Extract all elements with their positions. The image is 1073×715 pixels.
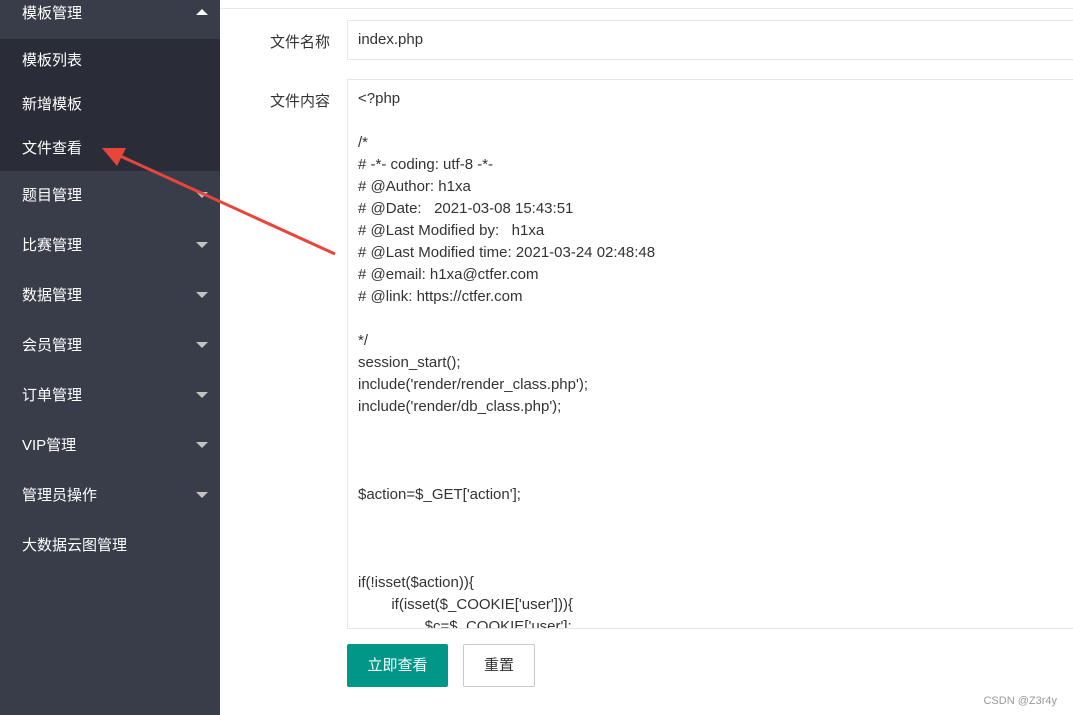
nav-item-question-management[interactable]: 题目管理 — [0, 171, 220, 221]
code-line: <?php — [358, 90, 401, 107]
nav-item-data-management[interactable]: 数据管理 — [0, 271, 220, 321]
code-line: # @Author: h1xa — [358, 178, 471, 195]
chevron-down-icon — [196, 192, 208, 198]
chevron-up-icon — [196, 9, 208, 15]
code-line: if(isset($_COOKIE['user'])){ — [358, 596, 573, 613]
code-line: include('render/render_class.php'); — [358, 376, 589, 393]
chevron-down-icon — [196, 242, 208, 248]
nav-item-vip-management[interactable]: VIP管理 — [0, 421, 220, 471]
nav-item-competition-management[interactable]: 比赛管理 — [0, 221, 220, 271]
nav-item-label: 比赛管理 — [22, 237, 83, 254]
submenu-item-file-view[interactable]: 文件查看 — [0, 127, 220, 171]
chevron-down-icon — [196, 342, 208, 348]
filename-input[interactable]: index.php — [347, 20, 1073, 60]
nav-item-admin-operations[interactable]: 管理员操作 — [0, 471, 220, 521]
nav-item-label: 管理员操作 — [22, 487, 98, 504]
code-line: # @Last Modified by: h1xa — [358, 222, 545, 239]
code-line: */ — [358, 332, 369, 349]
code-line: # @Last Modified time: 2021-03-24 02:48:… — [358, 244, 656, 261]
content-label: 文件内容 — [269, 93, 330, 110]
code-line: session_start(); — [358, 354, 461, 371]
code-line: # @email: h1xa@ctfer.com — [358, 266, 539, 283]
filename-label: 文件名称 — [269, 34, 330, 51]
nav-item-label: 大数据云图管理 — [22, 537, 128, 554]
nav-item-label: 数据管理 — [22, 287, 83, 304]
nav-item-label: 题目管理 — [22, 187, 83, 204]
code-line: $c=$_COOKIE['user']; — [358, 618, 572, 629]
view-now-button[interactable]: 立即查看 — [347, 644, 448, 687]
chevron-down-icon — [196, 442, 208, 448]
code-line: # -*- coding: utf-8 -*- — [358, 156, 494, 173]
code-line: include('render/db_class.php'); — [358, 398, 562, 415]
main-content: 文件名称 index.php 文件内容 <?php /* # -*- coding:… — [220, 0, 1073, 715]
chevron-down-icon — [196, 492, 208, 498]
submenu-item-add-template[interactable]: 新增模板 — [0, 83, 220, 127]
nav-item-label: VIP管理 — [22, 437, 77, 454]
nav-item-label: 模板管理 — [22, 5, 83, 22]
code-line: # @link: https://ctfer.com — [358, 288, 523, 305]
submenu-item-template-list[interactable]: 模板列表 — [0, 39, 220, 83]
watermark: CSDN @Z3r4y — [983, 695, 1057, 707]
file-content-textarea[interactable]: <?php /* # -*- coding: utf-8 -*- # @Author:… — [347, 79, 1073, 629]
nav-item-label: 会员管理 — [22, 337, 83, 354]
code-line: # @Date: 2021-03-08 15:43:51 — [358, 200, 574, 217]
nav-item-bigdata-cloud[interactable]: 大数据云图管理 — [0, 521, 220, 571]
reset-button[interactable]: 重置 — [463, 644, 535, 687]
code-line: /* — [358, 134, 369, 151]
template-submenu: 模板列表 新增模板 文件查看 — [0, 39, 220, 171]
nav-item-member-management[interactable]: 会员管理 — [0, 321, 220, 371]
sidebar: 模板管理 模板列表 新增模板 文件查看 题目管理 比赛管理 数据管理 会员管理 … — [0, 0, 220, 715]
nav-item-label: 订单管理 — [22, 387, 83, 404]
chevron-down-icon — [196, 392, 208, 398]
divider — [220, 8, 1073, 9]
chevron-down-icon — [196, 292, 208, 298]
nav-item-template-management[interactable]: 模板管理 — [0, 0, 220, 39]
nav-item-order-management[interactable]: 订单管理 — [0, 371, 220, 421]
code-line: $action=$_GET['action']; — [358, 486, 521, 503]
code-line: if(!isset($action)){ — [358, 574, 474, 591]
